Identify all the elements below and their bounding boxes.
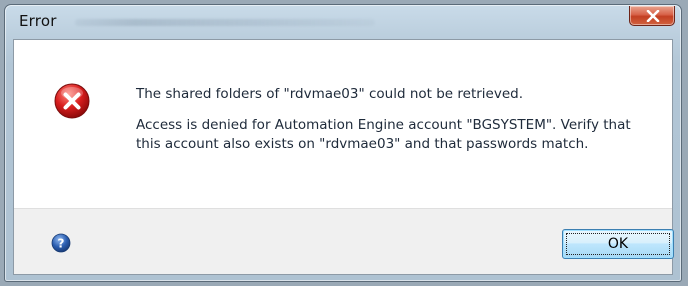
error-dialog: Error The shared folders of "rdvmae03" c… — [4, 4, 682, 282]
close-icon — [646, 10, 660, 22]
help-icon[interactable]: ? — [51, 233, 71, 253]
window-title: Error — [19, 12, 57, 30]
title-bar[interactable]: Error — [5, 5, 681, 39]
close-button[interactable] — [629, 6, 675, 26]
dialog-body: The shared folders of "rdvmae03" could n… — [13, 39, 674, 275]
title-blurred-region — [75, 19, 375, 26]
message-panel: The shared folders of "rdvmae03" could n… — [14, 40, 672, 209]
svg-text:?: ? — [58, 237, 65, 251]
ok-button-label: OK — [607, 236, 629, 252]
error-icon — [54, 83, 90, 119]
ok-button-focus: OK — [566, 233, 670, 255]
ok-button[interactable]: OK — [562, 229, 674, 259]
error-detail: Access is denied for Automation Engine a… — [136, 117, 631, 152]
error-message: The shared folders of "rdvmae03" could n… — [136, 86, 524, 102]
